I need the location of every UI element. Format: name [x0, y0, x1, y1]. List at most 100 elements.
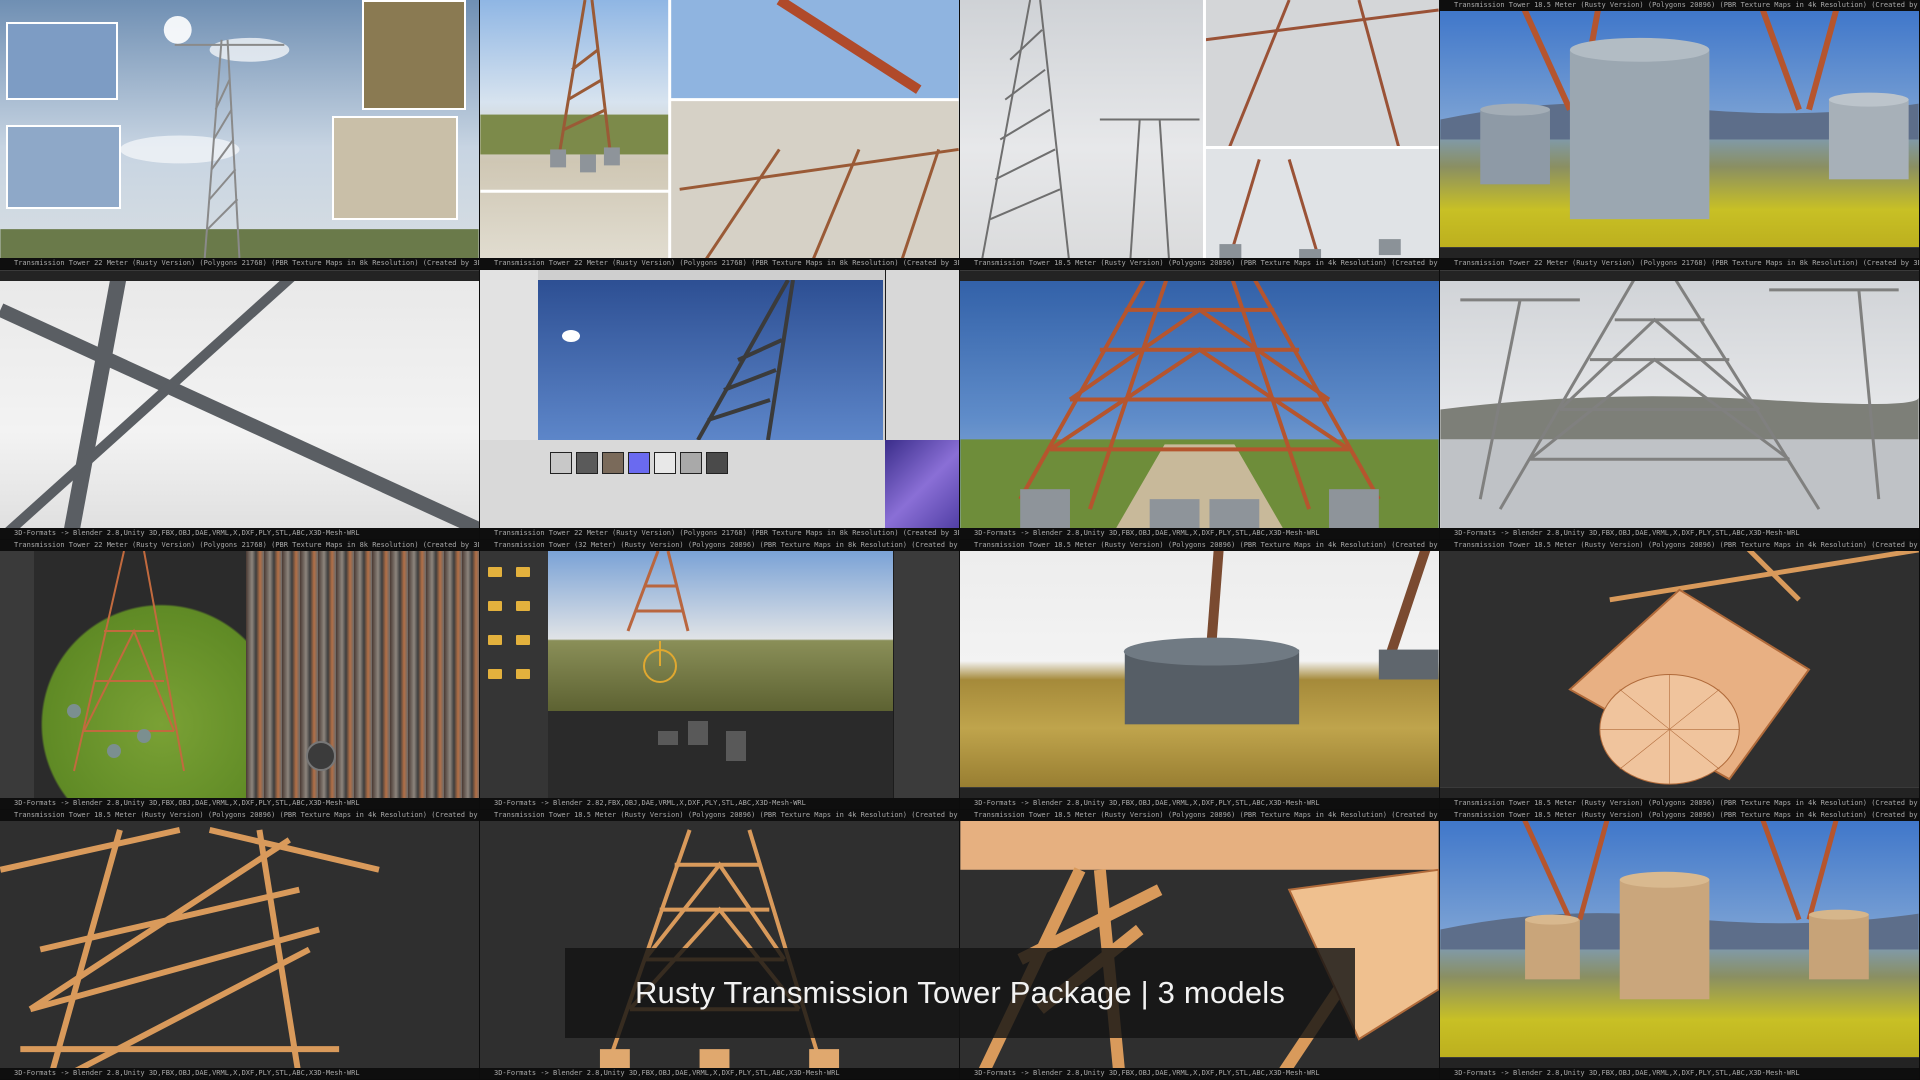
render-tile-11: Transmission Tower 18.5 Meter (Rusty Ver…	[960, 540, 1440, 810]
folder-icon[interactable]	[488, 669, 502, 679]
folder-icon[interactable]	[488, 601, 502, 611]
status-bar: 3D-Formats -> Blender 2.8,Unity 3D,FBX,O…	[1440, 1068, 1919, 1079]
texture-thumb[interactable]	[628, 452, 650, 474]
texture-node	[306, 741, 336, 771]
status-bar: Transmission Tower 18.5 Meter (Rusty Ver…	[960, 258, 1439, 269]
node-editor[interactable]	[548, 711, 893, 799]
app-toolbar	[960, 787, 1439, 798]
render-tile-2: Transmission Tower 22 Meter (Rusty Versi…	[480, 0, 960, 270]
texture-thumb[interactable]	[550, 452, 572, 474]
caption-text: Rusty Transmission Tower Package | 3 mod…	[634, 975, 1286, 1010]
texture-thumb[interactable]	[706, 452, 728, 474]
editor-tile-unity: Transmission Tower 22 Meter (Rusty Versi…	[480, 270, 960, 540]
texture-thumb[interactable]	[680, 452, 702, 474]
tower-render	[1123, 540, 1439, 725]
3d-viewport[interactable]	[548, 550, 893, 711]
status-bar: Transmission Tower 18.5 Meter (Rusty Ver…	[0, 810, 479, 821]
status-bar: Transmission Tower 18.5 Meter (Rusty Ver…	[1440, 810, 1919, 821]
app-toolbar	[1440, 1057, 1919, 1068]
editor-tile-solid-2: Transmission Tower 18.5 Meter (Rusty Ver…	[480, 810, 960, 1080]
folder-icon[interactable]	[488, 635, 502, 645]
status-bar: Transmission Tower 18.5 Meter (Rusty Ver…	[960, 540, 1439, 551]
folder-icon[interactable]	[516, 669, 530, 679]
tower-render	[0, 270, 479, 539]
folder-icon[interactable]	[516, 567, 530, 577]
tower-render	[480, 0, 959, 269]
status-bar: Transmission Tower 18.5 Meter (Rusty Ver…	[1440, 0, 1919, 11]
app-toolbar	[0, 270, 479, 281]
tower-render	[1440, 810, 1919, 1000]
preview-grid: Transmission Tower 22 Meter (Rusty Versi…	[0, 0, 1920, 1080]
inset-thumbnail	[362, 0, 466, 110]
texture-thumb[interactable]	[602, 452, 624, 474]
editor-tile-solid-1: Transmission Tower 18.5 Meter (Rusty Ver…	[0, 810, 480, 1080]
properties-panel[interactable]	[893, 551, 959, 799]
status-bar: 3D-Formats -> Blender 2.8,Unity 3D,FBX,O…	[480, 1068, 959, 1079]
app-toolbar	[960, 270, 1439, 281]
mesh-solid	[0, 827, 380, 1079]
scene-view[interactable]	[538, 279, 883, 441]
tower-render	[626, 550, 690, 683]
app-toolbar	[1440, 787, 1919, 798]
render-tile-7: 3D-Formats -> Blender 2.8,Unity 3D,FBX,O…	[960, 270, 1440, 540]
status-bar: 3D-Formats -> Blender 2.8,Unity 3D,FBX,O…	[1440, 528, 1919, 539]
tower-render	[67, 550, 185, 772]
hierarchy-panel	[480, 270, 538, 440]
status-bar: Transmission Tower 18.5 Meter (Rusty Ver…	[1440, 798, 1919, 809]
status-bar: Transmission Tower 22 Meter (Rusty Versi…	[480, 528, 959, 539]
texture-thumb[interactable]	[654, 452, 676, 474]
status-bar: Transmission Tower 22 Meter (Rusty Versi…	[0, 540, 479, 551]
tool-sidebar	[0, 551, 34, 799]
project-panel	[480, 440, 885, 535]
status-bar: 3D-Formats -> Blender 2.8,Unity 3D,FBX,O…	[960, 528, 1439, 539]
editor-tile-blender-uv: Transmission Tower 22 Meter (Rusty Versi…	[0, 540, 480, 810]
file-browser[interactable]	[480, 551, 548, 799]
tower-render	[1440, 0, 1919, 220]
normal-map-preview	[885, 440, 959, 535]
product-caption: Rusty Transmission Tower Package | 3 mod…	[565, 948, 1355, 1038]
status-bar: Transmission Tower 18.5 Meter (Rusty Ver…	[1440, 540, 1919, 551]
tower-render	[960, 270, 1439, 539]
shader-node[interactable]	[726, 731, 746, 761]
render-tile-3: Transmission Tower 18.5 Meter (Rusty Ver…	[960, 0, 1440, 270]
folder-icon[interactable]	[488, 567, 502, 577]
folder-icon[interactable]	[516, 635, 530, 645]
status-bar: Transmission Tower 18.5 Meter (Rusty Ver…	[480, 810, 959, 821]
folder-icon[interactable]	[516, 601, 530, 611]
app-toolbar	[1440, 270, 1919, 281]
shader-node[interactable]	[658, 731, 678, 745]
inspector-panel	[885, 270, 959, 440]
texture-thumb[interactable]	[576, 452, 598, 474]
inset-thumbnail	[6, 125, 121, 209]
shader-node[interactable]	[688, 721, 708, 745]
status-bar: Transmission Tower (32 Meter) (Rusty Ver…	[480, 540, 959, 551]
editor-tile-wireframe: Transmission Tower 18.5 Meter (Rusty Ver…	[1440, 540, 1920, 810]
status-bar: 3D-Formats -> Blender 2.8,Unity 3D,FBX,O…	[0, 798, 479, 809]
render-tile-4: Transmission Tower 18.5 Meter (Rusty Ver…	[1440, 0, 1920, 270]
mesh-wireframe	[1568, 540, 1919, 785]
inset-thumbnail	[332, 116, 458, 220]
status-bar: Transmission Tower 22 Meter (Rusty Versi…	[480, 258, 959, 269]
render-tile-8: 3D-Formats -> Blender 2.8,Unity 3D,FBX,O…	[1440, 270, 1920, 540]
uv-texture-view[interactable]	[246, 551, 479, 799]
editor-tile-solid-3: Transmission Tower 18.5 Meter (Rusty Ver…	[960, 810, 1440, 1080]
render-tile-5: 3D-Formats -> Blender 2.8,Unity 3D,FBX,O…	[0, 270, 480, 540]
status-bar: Transmission Tower 18.5 Meter (Rusty Ver…	[960, 810, 1439, 821]
tower-render	[979, 0, 1439, 269]
mesh-solid	[960, 810, 1439, 1079]
render-tile-16: Transmission Tower 18.5 Meter (Rusty Ver…	[1440, 810, 1920, 1080]
app-toolbar	[1440, 247, 1919, 258]
tower-render	[1440, 270, 1919, 539]
status-bar: Transmission Tower 22 Meter (Rusty Versi…	[0, 258, 479, 269]
tower-render	[562, 279, 795, 441]
status-bar: Transmission Tower 22 Meter (Rusty Versi…	[1440, 258, 1919, 269]
inset-thumbnail	[6, 22, 118, 100]
editor-tile-blender-nodes: Transmission Tower (32 Meter) (Rusty Ver…	[480, 540, 960, 810]
status-bar: 3D-Formats -> Blender 2.82,FBX,OBJ,DAE,V…	[480, 798, 959, 809]
render-tile-1: Transmission Tower 22 Meter (Rusty Versi…	[0, 0, 480, 270]
status-bar: 3D-Formats -> Blender 2.8,Unity 3D,FBX,O…	[960, 798, 1439, 809]
status-bar: 3D-Formats -> Blender 2.8,Unity 3D,FBX,O…	[960, 1068, 1439, 1079]
mesh-solid	[599, 829, 840, 1070]
3d-viewport[interactable]	[34, 550, 246, 799]
status-bar: 3D-Formats -> Blender 2.8,Unity 3D,FBX,O…	[0, 528, 479, 539]
